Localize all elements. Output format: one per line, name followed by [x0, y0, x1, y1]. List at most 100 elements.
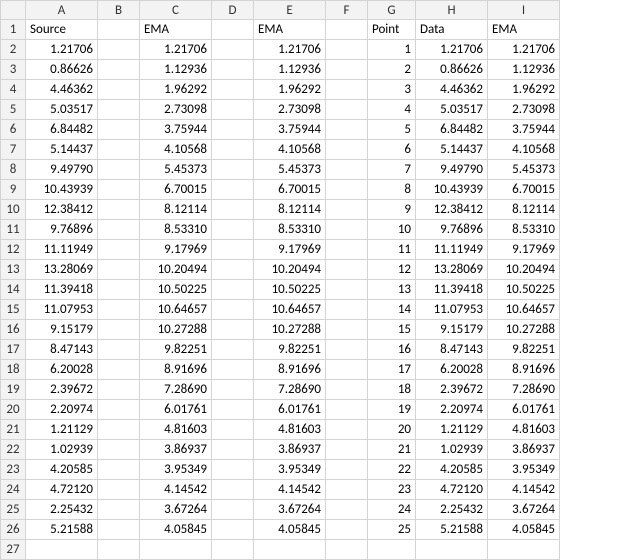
- cell-I15[interactable]: 10.64657: [488, 300, 560, 320]
- cell-C11[interactable]: 8.53310: [140, 220, 212, 240]
- cell-H21[interactable]: 1.21129: [416, 420, 488, 440]
- cell-E13[interactable]: 10.20494: [254, 260, 326, 280]
- cell-C1[interactable]: EMA: [140, 20, 212, 40]
- cell-I20[interactable]: 6.01761: [488, 400, 560, 420]
- cell-B3[interactable]: [98, 60, 140, 80]
- cell-G16[interactable]: 15: [368, 320, 416, 340]
- col-header-F[interactable]: F: [326, 0, 368, 20]
- cell-H15[interactable]: 11.07953: [416, 300, 488, 320]
- row-header-1[interactable]: 1: [0, 20, 26, 40]
- cell-H23[interactable]: 4.20585: [416, 460, 488, 480]
- cell-F10[interactable]: [326, 200, 368, 220]
- cell-C25[interactable]: 3.67264: [140, 500, 212, 520]
- cell-D14[interactable]: [212, 280, 254, 300]
- cell-G6[interactable]: 5: [368, 120, 416, 140]
- cell-A21[interactable]: 1.21129: [26, 420, 98, 440]
- cell-H13[interactable]: 13.28069: [416, 260, 488, 280]
- cell-I10[interactable]: 8.12114: [488, 200, 560, 220]
- cell-G24[interactable]: 23: [368, 480, 416, 500]
- row-header-4[interactable]: 4: [0, 80, 26, 100]
- cell-I11[interactable]: 8.53310: [488, 220, 560, 240]
- cell-H22[interactable]: 1.02939: [416, 440, 488, 460]
- cell-F2[interactable]: [326, 40, 368, 60]
- cell-C6[interactable]: 3.75944: [140, 120, 212, 140]
- cell-G3[interactable]: 2: [368, 60, 416, 80]
- cell-A10[interactable]: 12.38412: [26, 200, 98, 220]
- col-header-A[interactable]: A: [26, 0, 98, 20]
- col-header-E[interactable]: E: [254, 0, 326, 20]
- cell-G7[interactable]: 6: [368, 140, 416, 160]
- cell-I21[interactable]: 4.81603: [488, 420, 560, 440]
- cell-D3[interactable]: [212, 60, 254, 80]
- cell-B21[interactable]: [98, 420, 140, 440]
- cell-A5[interactable]: 5.03517: [26, 100, 98, 120]
- cell-B20[interactable]: [98, 400, 140, 420]
- cell-C22[interactable]: 3.86937: [140, 440, 212, 460]
- cell-E8[interactable]: 5.45373: [254, 160, 326, 180]
- cell-B19[interactable]: [98, 380, 140, 400]
- cell-D26[interactable]: [212, 520, 254, 540]
- cell-B12[interactable]: [98, 240, 140, 260]
- cell-F15[interactable]: [326, 300, 368, 320]
- cell-B18[interactable]: [98, 360, 140, 380]
- cell-C4[interactable]: 1.96292: [140, 80, 212, 100]
- cell-B11[interactable]: [98, 220, 140, 240]
- cell-I22[interactable]: 3.86937: [488, 440, 560, 460]
- cell-H5[interactable]: 5.03517: [416, 100, 488, 120]
- cell-C21[interactable]: 4.81603: [140, 420, 212, 440]
- cell-C18[interactable]: 8.91696: [140, 360, 212, 380]
- cell-G20[interactable]: 19: [368, 400, 416, 420]
- cell-I5[interactable]: 2.73098: [488, 100, 560, 120]
- cell-I27[interactable]: [488, 540, 560, 560]
- cell-F11[interactable]: [326, 220, 368, 240]
- cell-C27[interactable]: [140, 540, 212, 560]
- cell-D11[interactable]: [212, 220, 254, 240]
- cell-A20[interactable]: 2.20974: [26, 400, 98, 420]
- row-header-13[interactable]: 13: [0, 260, 26, 280]
- col-header-I[interactable]: I: [488, 0, 560, 20]
- cell-E23[interactable]: 3.95349: [254, 460, 326, 480]
- cell-F14[interactable]: [326, 280, 368, 300]
- cell-G11[interactable]: 10: [368, 220, 416, 240]
- cell-E11[interactable]: 8.53310: [254, 220, 326, 240]
- cell-B26[interactable]: [98, 520, 140, 540]
- cell-D25[interactable]: [212, 500, 254, 520]
- cell-H8[interactable]: 9.49790: [416, 160, 488, 180]
- cell-C20[interactable]: 6.01761: [140, 400, 212, 420]
- cell-H18[interactable]: 6.20028: [416, 360, 488, 380]
- cell-H26[interactable]: 5.21588: [416, 520, 488, 540]
- cell-I17[interactable]: 9.82251: [488, 340, 560, 360]
- cell-D21[interactable]: [212, 420, 254, 440]
- cell-A7[interactable]: 5.14437: [26, 140, 98, 160]
- col-header-B[interactable]: B: [98, 0, 140, 20]
- cell-B17[interactable]: [98, 340, 140, 360]
- cell-E10[interactable]: 8.12114: [254, 200, 326, 220]
- cell-A9[interactable]: 10.43939: [26, 180, 98, 200]
- cell-H20[interactable]: 2.20974: [416, 400, 488, 420]
- cell-G10[interactable]: 9: [368, 200, 416, 220]
- cell-A15[interactable]: 11.07953: [26, 300, 98, 320]
- cell-G19[interactable]: 18: [368, 380, 416, 400]
- cell-F13[interactable]: [326, 260, 368, 280]
- cell-F7[interactable]: [326, 140, 368, 160]
- col-header-C[interactable]: C: [140, 0, 212, 20]
- cell-F17[interactable]: [326, 340, 368, 360]
- cell-E22[interactable]: 3.86937: [254, 440, 326, 460]
- row-header-8[interactable]: 8: [0, 160, 26, 180]
- cell-G22[interactable]: 21: [368, 440, 416, 460]
- cell-D22[interactable]: [212, 440, 254, 460]
- cell-F23[interactable]: [326, 460, 368, 480]
- cell-F19[interactable]: [326, 380, 368, 400]
- cell-I8[interactable]: 5.45373: [488, 160, 560, 180]
- cell-D1[interactable]: [212, 20, 254, 40]
- cell-G9[interactable]: 8: [368, 180, 416, 200]
- cell-D27[interactable]: [212, 540, 254, 560]
- cell-I24[interactable]: 4.14542: [488, 480, 560, 500]
- cell-D19[interactable]: [212, 380, 254, 400]
- cell-B13[interactable]: [98, 260, 140, 280]
- row-header-6[interactable]: 6: [0, 120, 26, 140]
- cell-F3[interactable]: [326, 60, 368, 80]
- cell-C7[interactable]: 4.10568: [140, 140, 212, 160]
- cell-A1[interactable]: Source: [26, 20, 98, 40]
- cell-I25[interactable]: 3.67264: [488, 500, 560, 520]
